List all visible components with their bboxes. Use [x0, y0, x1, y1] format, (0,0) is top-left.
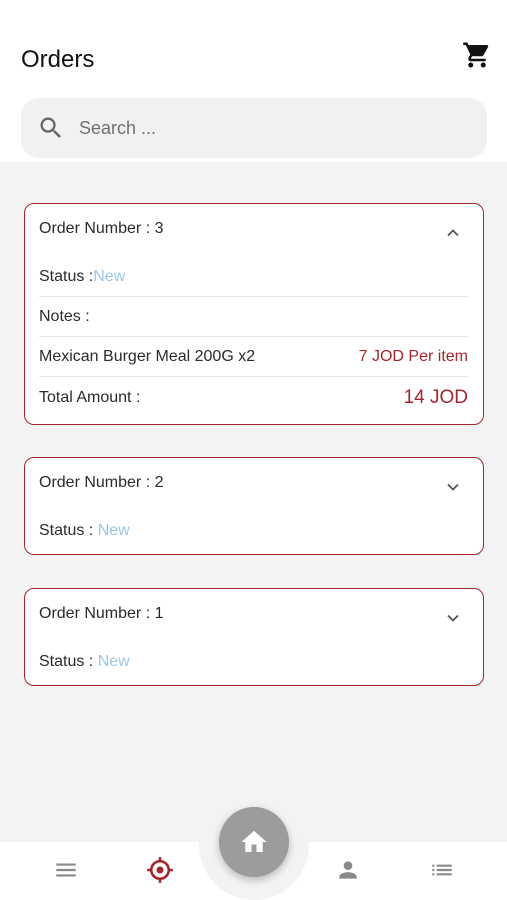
status-badge: New: [93, 267, 126, 285]
order-card[interactable]: Order Number : 2 Status : New: [24, 457, 484, 555]
cart-icon: [463, 42, 489, 68]
chevron-down-icon[interactable]: [443, 608, 463, 628]
order-item-row: Mexican Burger Meal 200G x2 7 JOD Per it…: [39, 337, 468, 377]
order-total-row: Total Amount : 14 JOD: [39, 378, 468, 418]
search-icon: [40, 117, 61, 138]
order-status-row: Status : New: [39, 511, 468, 551]
notes-label: Notes :: [39, 307, 90, 325]
menu-icon[interactable]: [53, 857, 79, 883]
order-card[interactable]: Order Number : 1 Status : New: [24, 588, 484, 686]
status-badge: New: [97, 522, 130, 539]
order-card[interactable]: Order Number : 3 Status :New Notes : Mex…: [24, 203, 484, 425]
person-icon[interactable]: [335, 857, 361, 883]
search-input[interactable]: [79, 108, 469, 148]
order-number: Order Number : 3: [39, 220, 164, 237]
item-name: Mexican Burger Meal 200G x2: [39, 347, 256, 365]
status-label: Status :: [39, 267, 94, 285]
chevron-down-icon[interactable]: [443, 477, 463, 497]
home-icon: [241, 830, 267, 852]
item-price: 7 JOD Per item: [358, 347, 468, 365]
total-value: 14 JOD: [403, 387, 468, 408]
order-status-row: Status :New: [39, 257, 468, 297]
home-button[interactable]: [219, 807, 289, 877]
list-icon[interactable]: [429, 857, 455, 883]
order-number: Order Number : 1: [39, 605, 164, 622]
search-bar[interactable]: [21, 98, 487, 158]
order-status-row: Status : New: [39, 642, 468, 682]
target-icon[interactable]: [146, 856, 174, 884]
total-label: Total Amount :: [39, 389, 141, 406]
status-badge: New: [97, 653, 130, 670]
order-notes-row: Notes :: [39, 297, 468, 337]
status-label: Status :: [39, 522, 98, 539]
status-label: Status :: [39, 653, 98, 670]
order-number: Order Number : 2: [39, 474, 164, 491]
page-title: Orders: [21, 46, 95, 73]
chevron-up-icon[interactable]: [443, 223, 463, 243]
cart-button[interactable]: [462, 40, 492, 70]
